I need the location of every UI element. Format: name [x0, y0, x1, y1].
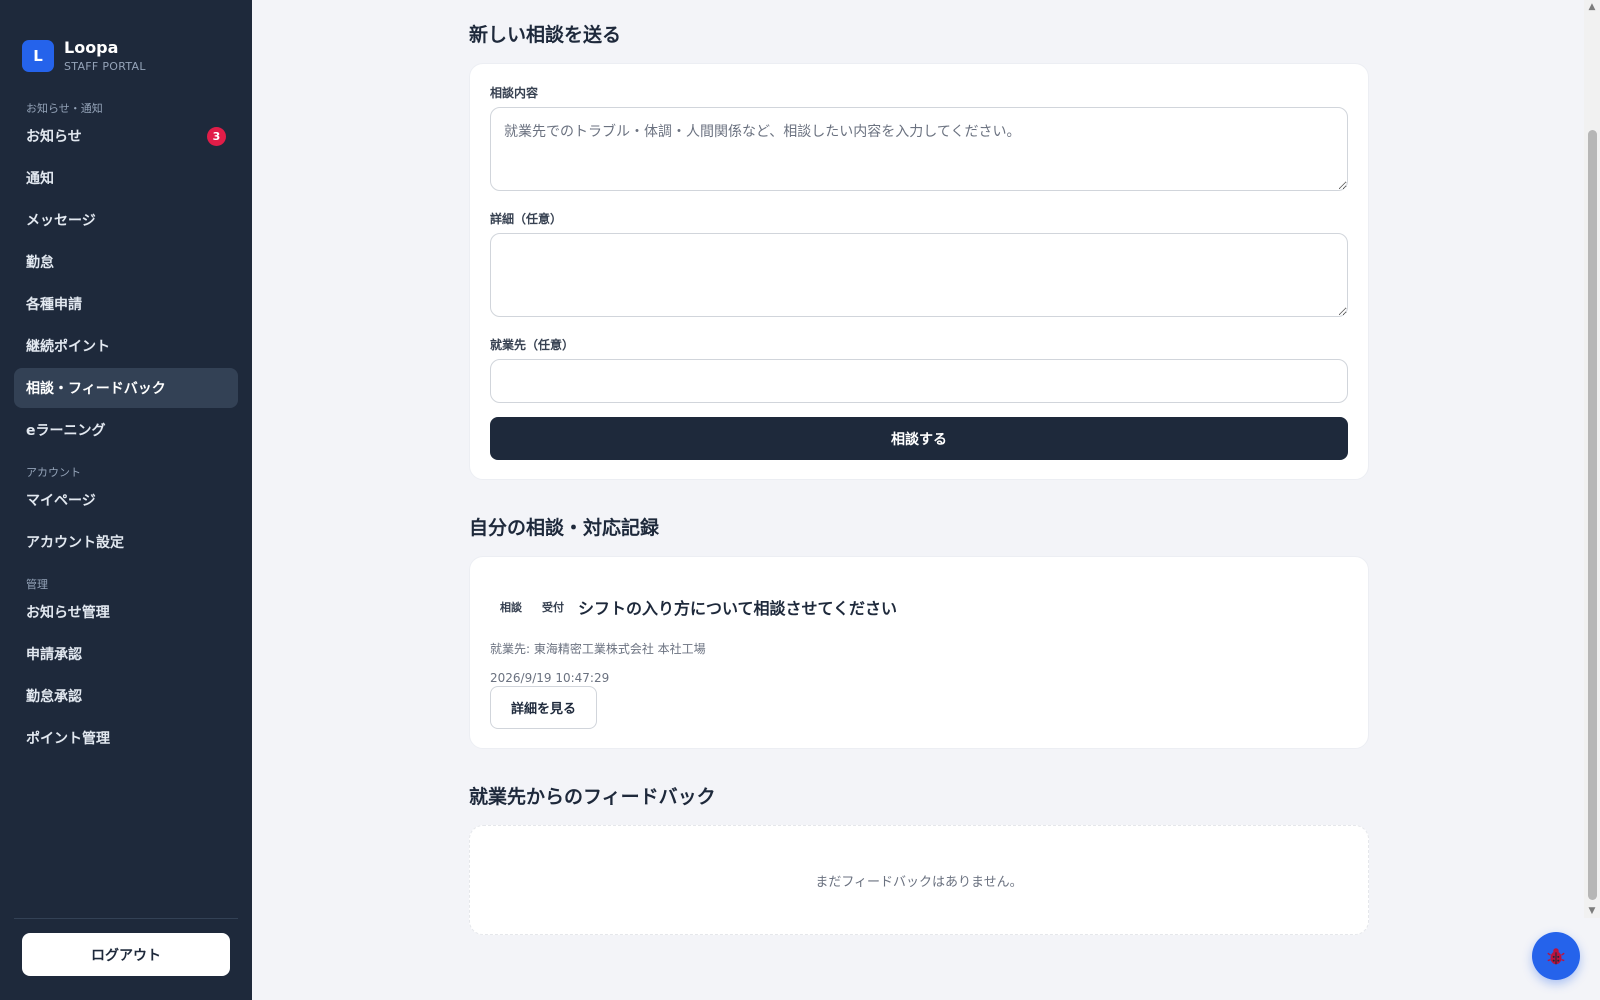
content-textarea[interactable] [490, 107, 1348, 191]
record-header: 相談 受付 シフトの入り方について相談させてください [490, 595, 1348, 619]
sidebar-item-label: ポイント管理 [26, 731, 110, 747]
sidebar-nav: お知らせ・通知 お知らせ 3 通知 メッセージ 勤怠 各種申請 継続ポイント 相… [0, 86, 252, 918]
app-root: L Loopa STAFF PORTAL お知らせ・通知 お知らせ 3 通知 メ… [0, 0, 1600, 1000]
sidebar-item-points-admin[interactable]: ポイント管理 [14, 718, 238, 758]
sidebar-item-news-admin[interactable]: お知らせ管理 [14, 592, 238, 632]
sidebar-item-label: 通知 [26, 171, 54, 187]
content-field: 相談内容 [490, 84, 1348, 195]
workplace-label: 就業先（任意） [490, 338, 575, 352]
status-badge: 受付 [542, 601, 564, 614]
record-datetime: 2026/9/19 10:47:29 [490, 671, 610, 685]
sidebar-item-news[interactable]: お知らせ 3 [14, 116, 238, 156]
logout-button[interactable]: ログアウト [22, 933, 230, 976]
sidebar-item-label: 勤怠承認 [26, 689, 82, 705]
section-label-notifications: お知らせ・通知 [26, 102, 103, 115]
sidebar: L Loopa STAFF PORTAL お知らせ・通知 お知らせ 3 通知 メ… [0, 0, 252, 1000]
sidebar-item-attendance[interactable]: 勤怠 [14, 242, 238, 282]
sidebar-footer: ログアウト [14, 918, 238, 1000]
sidebar-item-attendance-approval[interactable]: 勤怠承認 [14, 676, 238, 716]
new-consultation-form: 相談内容 詳細（任意） 就業先（任意） 相談する [469, 63, 1369, 480]
sidebar-item-applications[interactable]: 各種申請 [14, 284, 238, 324]
sidebar-item-label: マイページ [26, 493, 96, 509]
sidebar-item-continuity-points[interactable]: 継続ポイント [14, 326, 238, 366]
section-label-account: アカウント [26, 466, 81, 479]
sidebar-item-label: 申請承認 [26, 647, 82, 663]
sidebar-item-label: お知らせ管理 [26, 605, 110, 621]
sidebar-item-mypage[interactable]: マイページ [14, 480, 238, 520]
records-title: 自分の相談・対応記録 [469, 517, 660, 539]
feedback-title: 就業先からのフィードバック [469, 786, 716, 808]
bug-icon [1547, 948, 1565, 965]
empty-message: まだフィードバックはありません。 [815, 874, 1023, 890]
sidebar-item-label: 継続ポイント [26, 339, 110, 355]
vertical-scrollbar[interactable]: ▲ ▼ [1584, 0, 1600, 918]
detail-label: 詳細（任意） [490, 212, 563, 226]
submit-consultation-button[interactable]: 相談する [490, 417, 1348, 460]
sidebar-item-label: eラーニング [26, 423, 106, 439]
sidebar-item-label: お知らせ [26, 129, 82, 145]
record-workplace: 就業先: 東海精密工業株式会社 本社工場 [490, 642, 706, 656]
arrow-down-icon[interactable]: ▼ [1584, 904, 1600, 918]
brand-subtitle: STAFF PORTAL [64, 60, 146, 73]
workplace-input[interactable] [490, 359, 1348, 403]
sidebar-item-notifications[interactable]: 通知 [14, 158, 238, 198]
brand-name: Loopa [64, 38, 119, 57]
content-column: 新しい相談を送る 相談内容 詳細（任意） 就業先（任意） 相談する 自分の相談・… [469, 20, 1369, 935]
sidebar-item-account-settings[interactable]: アカウント設定 [14, 522, 238, 562]
record-card: 相談 受付 シフトの入り方について相談させてください 就業先: 東海精密工業株式… [469, 556, 1369, 749]
arrow-up-icon[interactable]: ▲ [1584, 0, 1600, 14]
detail-textarea[interactable] [490, 233, 1348, 317]
section-label-admin: 管理 [26, 578, 48, 591]
category-tag: 相談 [500, 601, 522, 614]
feedback-empty-card: まだフィードバックはありません。 [469, 825, 1369, 935]
brand-logo: L [22, 40, 54, 72]
sidebar-item-consultation-feedback[interactable]: 相談・フィードバック [14, 368, 238, 408]
sidebar-item-label: アカウント設定 [26, 535, 124, 551]
brand: L Loopa STAFF PORTAL [0, 0, 252, 86]
sidebar-item-label: 各種申請 [26, 297, 82, 313]
scrollbar-thumb[interactable] [1588, 130, 1597, 900]
view-detail-button[interactable]: 詳細を見る [490, 686, 598, 729]
sidebar-item-application-approval[interactable]: 申請承認 [14, 634, 238, 674]
sidebar-item-elearning[interactable]: eラーニング [14, 410, 238, 450]
record-title: シフトの入り方について相談させてください [578, 599, 898, 618]
sidebar-item-messages[interactable]: メッセージ [14, 200, 238, 240]
content-label: 相談内容 [490, 86, 539, 100]
main-content: 新しい相談を送る 相談内容 詳細（任意） 就業先（任意） 相談する 自分の相談・… [252, 0, 1600, 1000]
workplace-field: 就業先（任意） [490, 336, 1348, 403]
sidebar-item-label: メッセージ [26, 213, 96, 229]
detail-field: 詳細（任意） [490, 210, 1348, 321]
new-consultation-title: 新しい相談を送る [469, 24, 622, 46]
sidebar-item-label: 相談・フィードバック [26, 381, 166, 397]
unread-badge: 3 [207, 126, 226, 146]
sidebar-item-label: 勤怠 [26, 255, 54, 271]
bug-report-button[interactable] [1532, 932, 1580, 980]
